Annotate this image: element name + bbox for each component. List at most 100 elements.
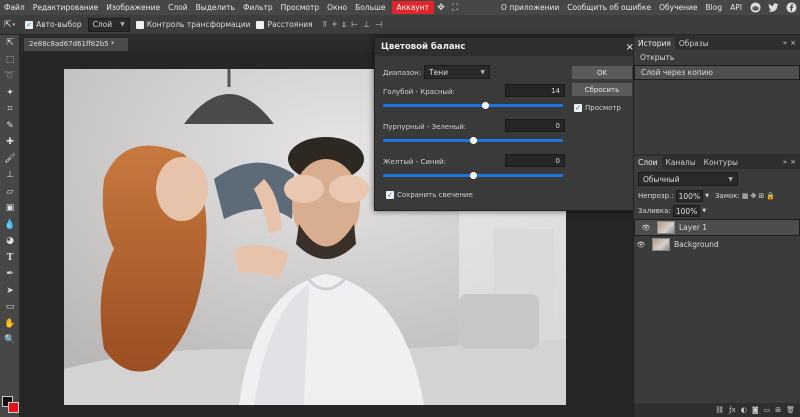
- crop-tool-icon[interactable]: ⌗: [0, 101, 20, 118]
- mask-icon[interactable]: ◙: [752, 406, 759, 414]
- folder-icon[interactable]: ▭: [764, 406, 771, 414]
- tab-layers[interactable]: Слои: [634, 156, 662, 169]
- layer-style-icon[interactable]: ƒx: [729, 406, 736, 414]
- new-layer-icon[interactable]: ⊞: [775, 406, 781, 414]
- link-api[interactable]: API: [726, 3, 746, 12]
- eye-icon[interactable]: 👁: [634, 241, 648, 249]
- layer-row[interactable]: 👁 Layer 1: [634, 219, 800, 236]
- tab-channels[interactable]: Каналы: [662, 156, 700, 169]
- align-right-icon[interactable]: ⊣: [375, 20, 382, 29]
- tab-history[interactable]: История: [634, 37, 675, 50]
- dodge-tool-icon[interactable]: ◕: [0, 233, 20, 250]
- link-blog[interactable]: Blog: [702, 3, 727, 12]
- account-button[interactable]: Аккаунт: [391, 1, 435, 14]
- reset-button[interactable]: Сбросить: [572, 83, 632, 96]
- gradient-tool-icon[interactable]: ▣: [0, 200, 20, 217]
- preview-checkbox[interactable]: ✓ Просмотр: [574, 104, 621, 112]
- menu-layer[interactable]: Слой: [164, 3, 192, 12]
- checkmark-icon: ✓: [25, 20, 34, 29]
- collapse-icon[interactable]: »: [783, 39, 787, 47]
- brush-tool-icon[interactable]: 🖌: [0, 151, 20, 168]
- facebook-icon[interactable]: [784, 2, 798, 13]
- marquee-tool-icon[interactable]: ⬚: [0, 52, 20, 69]
- dialog-titlebar[interactable]: Цветовой баланс ×: [375, 38, 639, 56]
- chevron-down-icon[interactable]: ▼: [702, 208, 706, 214]
- chevron-down-icon[interactable]: ▼: [705, 193, 709, 199]
- type-tool-icon[interactable]: T: [0, 250, 20, 267]
- align-top-icon[interactable]: ⫪: [323, 20, 328, 30]
- background-color-swatch[interactable]: [8, 402, 19, 413]
- lock-label: Замок:: [714, 192, 740, 200]
- path-select-tool-icon[interactable]: ➤: [0, 283, 20, 300]
- slider-thumb[interactable]: [469, 137, 477, 144]
- shape-tool-icon[interactable]: ▭: [0, 299, 20, 316]
- slider-thumb[interactable]: [482, 102, 490, 109]
- twitter-icon[interactable]: [766, 2, 780, 13]
- fullscreen-icon[interactable]: ⛶: [448, 3, 462, 13]
- lock-artboard-icon[interactable]: ⊞: [758, 192, 764, 200]
- trash-icon[interactable]: 🗑: [786, 406, 795, 414]
- history-item[interactable]: Слой через копию: [634, 65, 800, 80]
- magic-wand-tool-icon[interactable]: ✦: [0, 85, 20, 102]
- yellow-blue-slider[interactable]: [383, 172, 563, 179]
- menu-view[interactable]: Просмотр: [277, 3, 324, 12]
- tab-swatches[interactable]: Образы: [675, 37, 713, 50]
- lasso-tool-icon[interactable]: ➰: [0, 68, 20, 85]
- blend-mode-dropdown[interactable]: Обычный ▼: [638, 172, 738, 186]
- blend-mode-value: Обычный: [643, 174, 680, 184]
- menu-select[interactable]: Выделить: [192, 3, 239, 12]
- menu-window[interactable]: Окно: [323, 3, 351, 12]
- align-vcenter-icon[interactable]: ⫩: [332, 20, 337, 30]
- hand-tool-icon[interactable]: ✥: [434, 3, 448, 13]
- blur-tool-icon[interactable]: 💧: [0, 217, 20, 234]
- tab-paths[interactable]: Контуры: [700, 156, 742, 169]
- healing-brush-tool-icon[interactable]: ✚: [0, 134, 20, 151]
- opacity-input[interactable]: 100%: [675, 190, 704, 202]
- preserve-luminosity-checkbox[interactable]: ✓ Сохранить свечение: [386, 191, 473, 199]
- ok-button[interactable]: OK: [572, 66, 632, 79]
- zoom-tool-icon[interactable]: 🔍: [0, 332, 20, 349]
- link-about[interactable]: О приложении: [497, 3, 563, 12]
- menu-filter[interactable]: Фильтр: [239, 3, 277, 12]
- collapse-icon[interactable]: »: [783, 158, 787, 166]
- auto-select-checkbox[interactable]: ✓ Авто-выбор: [25, 20, 82, 29]
- hand-tool-icon[interactable]: ✋: [0, 316, 20, 333]
- menu-image[interactable]: Изображение: [102, 3, 164, 12]
- distances-checkbox[interactable]: Расстояния: [256, 20, 313, 29]
- transform-controls-checkbox[interactable]: Контроль трансформации: [135, 20, 250, 29]
- fill-input[interactable]: 100%: [672, 205, 701, 217]
- close-icon[interactable]: ×: [790, 39, 796, 47]
- eraser-tool-icon[interactable]: ▱: [0, 184, 20, 201]
- cyan-red-slider[interactable]: [383, 102, 563, 109]
- eye-icon[interactable]: 👁: [639, 224, 653, 232]
- layer-row[interactable]: 👁 Background: [634, 236, 800, 253]
- link-report-bug[interactable]: Сообщить об ошибке: [563, 3, 655, 12]
- lock-all-icon[interactable]: 🔒: [766, 192, 775, 200]
- move-tool-icon[interactable]: ⇱: [0, 35, 20, 52]
- menu-edit[interactable]: Редактирование: [29, 3, 102, 12]
- link-layers-icon[interactable]: ⛓: [715, 406, 724, 414]
- reddit-icon[interactable]: [748, 2, 762, 13]
- clone-stamp-tool-icon[interactable]: ⊥: [0, 167, 20, 184]
- link-learn[interactable]: Обучение: [655, 3, 701, 12]
- document-tab[interactable]: 2e88c8ad67d61ff82b5 *: [24, 38, 128, 51]
- eyedropper-tool-icon[interactable]: ✎: [0, 118, 20, 135]
- align-hcenter-icon[interactable]: ⊥: [363, 20, 370, 29]
- align-bottom-icon[interactable]: ⫫: [342, 20, 347, 30]
- adjustment-layer-icon[interactable]: ◐: [741, 406, 747, 414]
- magenta-green-input[interactable]: 0: [505, 119, 565, 132]
- lock-transparency-icon[interactable]: ▦: [742, 192, 749, 200]
- history-item[interactable]: Открыть: [634, 50, 800, 65]
- auto-select-target-dropdown[interactable]: Слой ▼: [87, 17, 130, 32]
- yellow-blue-input[interactable]: 0: [505, 154, 565, 167]
- align-left-icon[interactable]: ⊢: [351, 20, 358, 29]
- range-dropdown[interactable]: Тени ▼: [424, 65, 490, 79]
- pen-tool-icon[interactable]: ✒: [0, 266, 20, 283]
- lock-move-icon[interactable]: ✥: [751, 192, 757, 200]
- magenta-green-slider[interactable]: [383, 137, 563, 144]
- slider-thumb[interactable]: [469, 172, 477, 179]
- cyan-red-input[interactable]: 14: [505, 84, 565, 97]
- menu-file[interactable]: Файл: [0, 3, 29, 12]
- close-icon[interactable]: ×: [790, 158, 796, 166]
- menu-more[interactable]: Больше: [351, 3, 389, 12]
